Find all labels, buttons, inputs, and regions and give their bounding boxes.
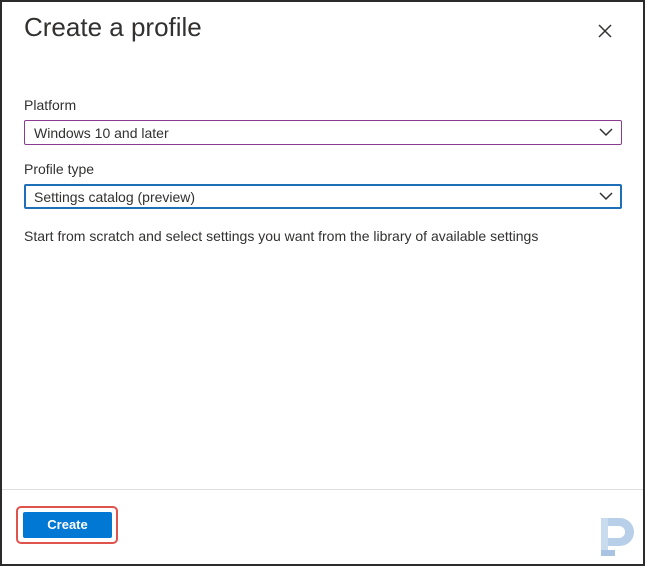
platform-label: Platform: [24, 97, 77, 113]
profile-type-description: Start from scratch and select settings y…: [24, 228, 539, 244]
footer-divider: [2, 489, 643, 490]
platform-dropdown[interactable]: Windows 10 and later: [24, 120, 622, 145]
chevron-down-icon: [599, 128, 613, 137]
create-button[interactable]: Create: [23, 512, 112, 538]
profile-type-label: Profile type: [24, 161, 95, 177]
chevron-down-icon: [599, 192, 613, 201]
close-button[interactable]: [592, 18, 618, 44]
profile-type-selected-value: Settings catalog (preview): [34, 189, 196, 205]
close-icon: [598, 24, 612, 38]
platform-selected-value: Windows 10 and later: [34, 125, 169, 141]
profile-type-dropdown[interactable]: Settings catalog (preview): [24, 184, 622, 209]
logo-watermark-icon: [598, 514, 638, 560]
dialog-title: Create a profile: [24, 12, 202, 42]
create-profile-dialog: Create a profile Platform Windows 10 and…: [0, 0, 645, 566]
